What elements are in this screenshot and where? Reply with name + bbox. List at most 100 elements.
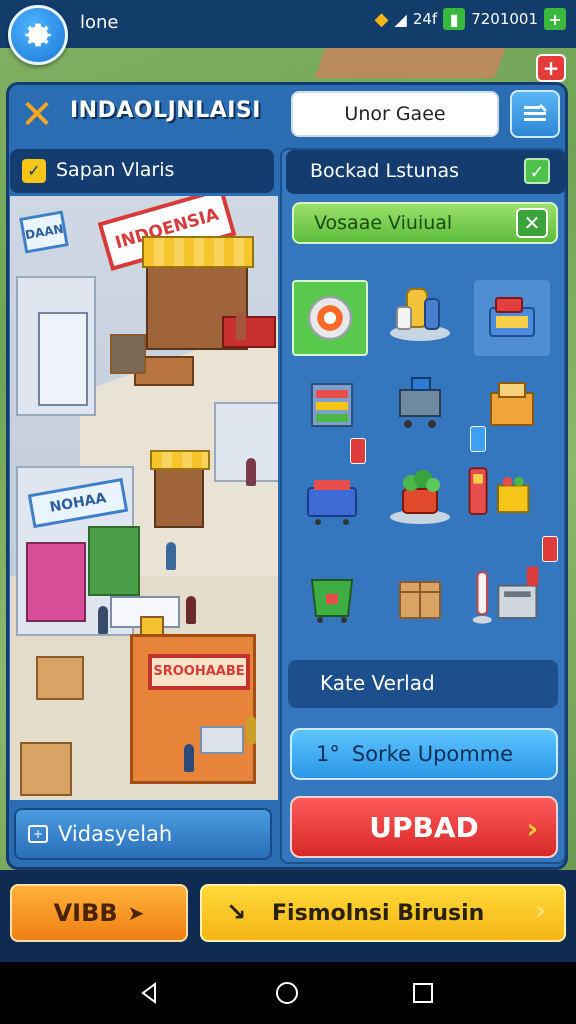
item-cart[interactable] [382, 366, 458, 442]
sign-orange-shop: SROOHAABE [148, 654, 250, 690]
settings-button[interactable] [8, 5, 68, 65]
edit-button[interactable] [510, 90, 560, 138]
box-icon [399, 581, 441, 619]
item-dispenser[interactable] [460, 456, 536, 532]
home-icon [276, 982, 298, 1004]
vidas-label: Vidasyelah [58, 822, 173, 846]
items-grid [290, 266, 560, 646]
status-text-1: 24f [412, 10, 438, 28]
item-basket[interactable] [294, 462, 370, 538]
item-shelf[interactable] [294, 366, 370, 442]
vibb-button[interactable]: VIBB ➤ [10, 884, 188, 942]
back-icon [141, 982, 156, 1004]
item-crate[interactable] [382, 560, 458, 636]
check-icon[interactable]: ✓ [524, 158, 550, 184]
item-bin[interactable] [294, 560, 370, 636]
check-icon: ↘ [226, 898, 247, 926]
roof-decoration [314, 48, 506, 78]
appliance-icon [472, 566, 539, 624]
store-scene[interactable]: DAAN INDOENSIA NOHAA SROOHAABE [10, 196, 278, 800]
update-prefix: 1° [316, 742, 340, 766]
chevron-right-icon: › [535, 896, 546, 926]
booth-awning [150, 450, 210, 470]
status-text-2: 7201001 [471, 10, 538, 28]
person [166, 542, 176, 570]
item-settings[interactable] [292, 280, 368, 356]
status-indicators: ◆ ◢ 24f ▮ 7201001 + [375, 8, 566, 30]
right-header-bar[interactable]: Bockad Lstunas ✓ [286, 150, 566, 194]
recents-button[interactable] [406, 976, 440, 1010]
cart-icon [399, 377, 441, 428]
grid-icon: + [28, 825, 48, 843]
plus-icon[interactable]: + [544, 8, 566, 30]
counter [110, 334, 146, 374]
gear-icon [25, 23, 51, 47]
gift-box-icon [490, 382, 534, 426]
left-header-label: Sapan Vlaris [56, 159, 175, 181]
table [222, 316, 276, 348]
vidas-button[interactable]: + Vidasyelah [14, 808, 272, 860]
sign-small: DAAN [19, 210, 69, 254]
cardboard-box [36, 656, 84, 700]
battery-icon: ▮ [443, 8, 466, 30]
shelf-icon [311, 383, 353, 427]
gear-icon [307, 295, 353, 341]
person [98, 606, 108, 634]
signal-icon: ◢ [394, 9, 407, 29]
page-title: INDAOLJNLAISI [70, 98, 261, 123]
shelf [88, 526, 140, 596]
cabinet [38, 312, 88, 406]
shop-counter [200, 726, 244, 754]
price-tag [350, 438, 366, 464]
cardboard-box [20, 742, 72, 796]
cash-register-icon [489, 297, 535, 337]
location-icon: ◆ [374, 8, 389, 30]
close-icon[interactable]: ✕ [20, 95, 54, 135]
person [236, 312, 246, 340]
item-canisters[interactable] [382, 274, 458, 350]
home-button[interactable] [270, 976, 304, 1010]
check-icon: ✓ [22, 159, 46, 183]
update-label: Sorke Upomme [351, 742, 514, 766]
business-label: Fismolnsi Birusin [272, 900, 485, 926]
system-nav-bar [0, 962, 576, 1024]
person [186, 596, 196, 624]
update-button[interactable]: 1° Sorke Upomme [290, 728, 558, 780]
kate-bar[interactable]: Kate Verlad [288, 660, 558, 708]
close-icon[interactable]: ✕ [516, 208, 548, 238]
upbad-button[interactable]: UPBAD › [290, 796, 558, 858]
vegetables-icon [390, 470, 450, 524]
item-cashbox[interactable] [474, 280, 550, 356]
item-appliance[interactable] [468, 560, 544, 636]
business-button[interactable]: ↘ Fismolnsi Birusin › [200, 884, 566, 942]
back-button[interactable] [132, 976, 166, 1010]
status-bar: lone ◆ ◢ 24f ▮ 7201001 + [0, 0, 576, 48]
recents-icon [413, 983, 433, 1003]
basket-icon [307, 480, 357, 525]
chevron-right-icon: › [526, 812, 538, 845]
dispenser-icon [468, 467, 530, 515]
price-tag [542, 536, 558, 562]
canister-icon [390, 288, 450, 341]
person [246, 458, 256, 486]
item-produce[interactable] [382, 456, 458, 532]
status-label: lone [80, 12, 119, 33]
add-button[interactable]: + [536, 54, 566, 82]
person [246, 716, 256, 744]
kiosk-awning [142, 236, 254, 268]
kate-label: Kate Verlad [320, 671, 435, 695]
left-header-bar[interactable]: ✓ Sapan Vlaris [10, 149, 274, 193]
edit-icon [524, 104, 547, 121]
person [184, 744, 194, 772]
search-input[interactable] [291, 91, 499, 137]
arrow-icon: ➤ [127, 901, 145, 925]
bin-icon [310, 579, 354, 623]
vibb-label: VIBB [53, 899, 118, 927]
upbad-label: UPBAD [369, 810, 479, 844]
price-tag [470, 426, 486, 452]
category-label: Vosaae Viuiual [314, 212, 453, 234]
booth [154, 466, 204, 528]
right-header-label: Bockad Lstunas [310, 160, 460, 182]
shelf [26, 542, 86, 622]
category-bar[interactable]: Vosaae Viuiual ✕ [292, 202, 558, 244]
